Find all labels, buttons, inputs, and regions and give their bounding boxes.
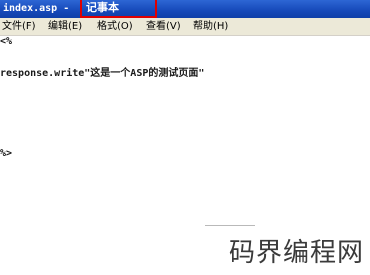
window-file-title: index.asp - [3, 3, 70, 14]
menu-edit[interactable]: 编辑(E) [48, 18, 82, 35]
code-line-open-tag: <% [0, 36, 13, 47]
menu-bar: 文件(F) 编辑(E) 格式(O) 查看(V) 帮助(H) [0, 18, 370, 36]
menu-format[interactable]: 格式(O) [97, 18, 133, 35]
menu-help[interactable]: 帮助(H) [193, 18, 228, 35]
watermark-decoration [205, 224, 255, 226]
highlight-annotation-box [80, 0, 157, 18]
menu-file[interactable]: 文件(F) [2, 18, 36, 35]
code-line-close-tag: %> [0, 148, 13, 159]
menu-view[interactable]: 查看(V) [146, 18, 181, 35]
code-line-response-write: response.write"这是一个ASP的测试页面" [0, 68, 205, 79]
site-watermark: 码界编程网 [228, 238, 364, 268]
title-bar[interactable]: index.asp - 记事本 [0, 0, 370, 18]
